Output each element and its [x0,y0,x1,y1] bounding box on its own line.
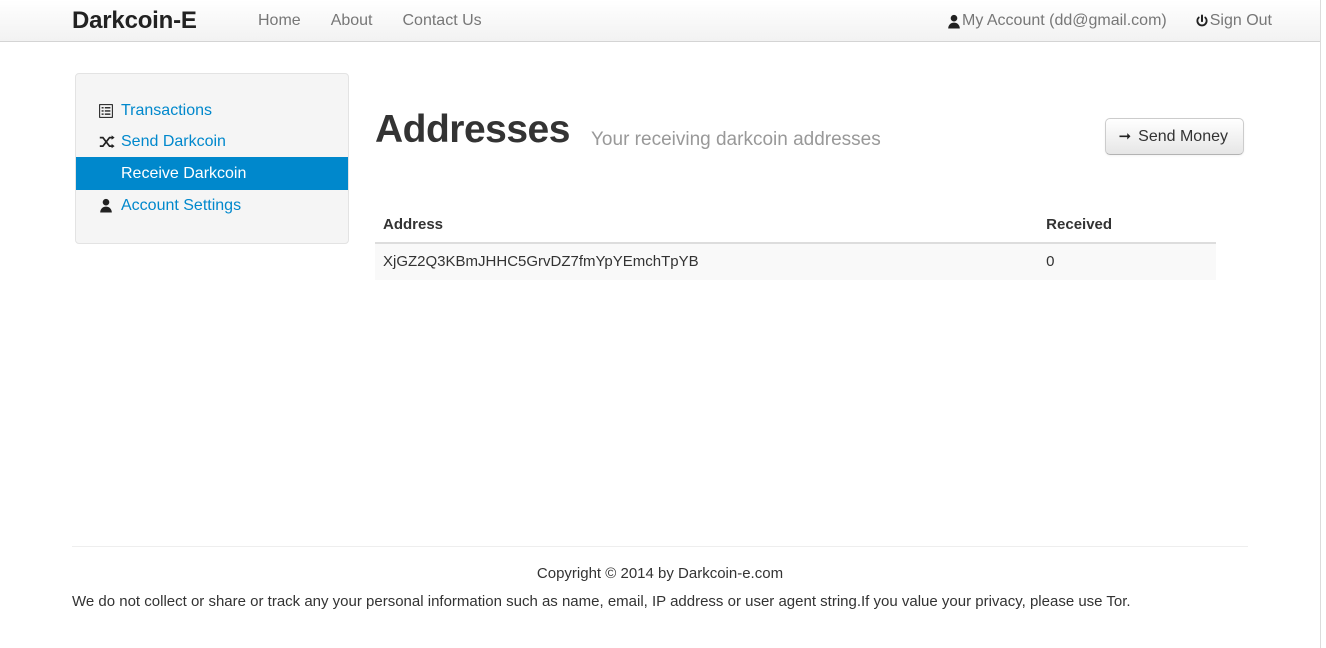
sidebar-item-label: Receive Darkcoin [121,164,247,182]
sidebar-item-account-settings[interactable]: Account Settings [76,190,348,221]
shuffle-icon [99,134,121,149]
scrollbar-gutter[interactable] [1320,0,1326,648]
page-header: Addresses Your receiving darkcoin addres… [375,73,1244,155]
table-body: XjGZ2Q3KBmJHHC5GrvDZ7fmYpYEmchTpYB 0 [375,242,1216,280]
addresses-table: Address Received XjGZ2Q3KBmJHHC5GrvDZ7fm… [375,208,1216,280]
page-footer: Copyright © 2014 by Darkcoin-e.com We do… [72,546,1248,614]
user-icon [99,198,121,213]
list-icon [99,103,121,118]
primary-nav: Home About Contact Us [243,0,497,42]
arrow-right-icon: ➞ [1118,128,1132,145]
sidebar-item-label: Account Settings [121,196,242,214]
sidebar-item-label: Send Darkcoin [121,132,226,150]
sign-out-link[interactable]: Sign Out [1181,0,1286,42]
navbar: Darkcoin-E Home About Contact Us My Acco… [0,0,1320,42]
nav-item-home[interactable]: Home [243,0,316,42]
copyright-text: Copyright © 2014 by Darkcoin-e.com [536,565,784,582]
column-header-address: Address [375,208,1039,244]
cell-address: XjGZ2Q3KBmJHHC5GrvDZ7fmYpYEmchTpYB [375,242,1039,280]
cell-received: 0 [1038,242,1216,280]
sidebar-nav: Transactions Send Darkcoin Receive Darkc… [75,73,349,244]
user-icon [947,14,961,29]
user-nav: My Account (dd@gmail.com) Sign Out [933,0,1286,42]
my-account-label: My Account (dd@gmail.com) [961,12,1167,29]
sidebar-item-transactions[interactable]: Transactions [76,95,348,126]
sidebar-item-receive-darkcoin[interactable]: Receive Darkcoin [76,157,348,190]
send-money-button[interactable]: ➞ Send Money [1104,118,1244,155]
page-subtitle: Your receiving darkcoin addresses [591,129,881,150]
column-header-received: Received [1038,208,1216,244]
table-header-row: Address Received [375,208,1216,244]
table-row[interactable]: XjGZ2Q3KBmJHHC5GrvDZ7fmYpYEmchTpYB 0 [375,242,1216,280]
my-account-link[interactable]: My Account (dd@gmail.com) [933,0,1181,42]
power-icon [1195,14,1209,29]
privacy-notice: We do not collect or share or track any … [72,593,1131,610]
send-money-label: Send Money [1138,127,1228,145]
nav-item-contact-us[interactable]: Contact Us [388,0,497,42]
nav-item-about[interactable]: About [316,0,388,42]
table-head: Address Received [375,208,1216,244]
sign-out-label: Sign Out [1209,12,1272,29]
brand-logo[interactable]: Darkcoin-E [72,6,197,36]
sidebar-item-send-darkcoin[interactable]: Send Darkcoin [76,126,348,157]
main-content: Addresses Your receiving darkcoin addres… [375,73,1244,280]
sidebar-item-label: Transactions [121,101,212,119]
page-title: Addresses [375,108,570,151]
